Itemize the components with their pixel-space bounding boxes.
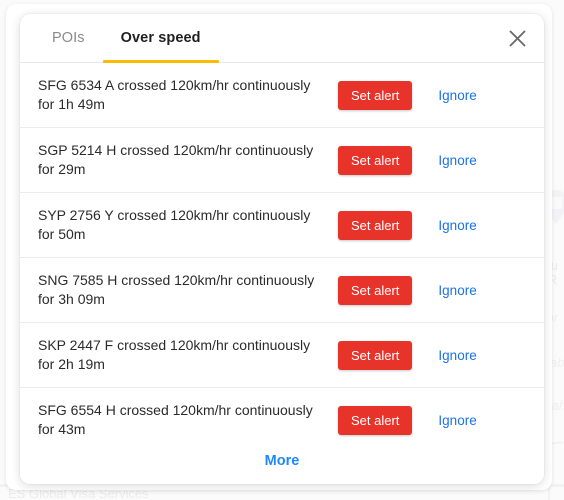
ignore-link[interactable]: Ignore — [438, 88, 492, 103]
alert-message: SGP 5214 H crossed 120km/hr continuously… — [38, 142, 314, 177]
alert-row: SKP 2447 F crossed 120km/hr continuously… — [20, 323, 544, 388]
close-x-icon — [509, 30, 525, 46]
alert-row: SNG 7585 H crossed 120km/hr continuously… — [20, 258, 544, 323]
ignore-link[interactable]: Ignore — [438, 413, 492, 428]
set-alert-button[interactable]: Set alert — [338, 210, 413, 240]
set-alert-button[interactable]: Set alert — [338, 405, 413, 435]
alert-message: SKP 2447 F crossed 120km/hr continuously… — [38, 337, 311, 372]
alert-row: SFG 6534 A crossed 120km/hr continuously… — [20, 63, 544, 128]
over-speed-dialog: POIs Over speed SFG 6534 A crossed 120km… — [20, 14, 544, 484]
alert-row: SGP 5214 H crossed 120km/hr continuously… — [20, 128, 544, 193]
tab-pois[interactable]: POIs — [34, 14, 103, 62]
dialog-footer: More — [20, 438, 544, 484]
alert-message: SYP 2756 Y crossed 120km/hr continuously… — [38, 207, 311, 242]
tab-over-speed[interactable]: Over speed — [102, 14, 219, 63]
ignore-link[interactable]: Ignore — [438, 153, 492, 168]
alert-row: SFG 6554 H crossed 120km/hr continuously… — [20, 388, 544, 438]
alert-message: SFG 6554 H crossed 120km/hr continuously… — [38, 402, 313, 437]
dialog-header: POIs Over speed — [20, 14, 544, 63]
close-button[interactable] — [502, 23, 532, 53]
ignore-link[interactable]: Ignore — [438, 348, 492, 363]
set-alert-button[interactable]: Set alert — [338, 275, 413, 305]
ignore-link[interactable]: Ignore — [438, 283, 492, 298]
tab-over-speed-label: Over speed — [120, 30, 201, 46]
alert-row: SYP 2756 Y crossed 120km/hr continuously… — [20, 193, 544, 258]
ignore-link[interactable]: Ignore — [438, 218, 492, 233]
set-alert-button[interactable]: Set alert — [338, 145, 413, 175]
more-link[interactable]: More — [265, 453, 300, 469]
set-alert-button[interactable]: Set alert — [338, 340, 413, 370]
alert-message: SNG 7585 H crossed 120km/hr continuously… — [38, 272, 315, 307]
alerts-list[interactable]: SFG 6534 A crossed 120km/hr continuously… — [20, 63, 544, 438]
set-alert-button[interactable]: Set alert — [338, 80, 413, 110]
alert-message: SFG 6534 A crossed 120km/hr continuously… — [38, 77, 311, 112]
tab-pois-label: POIs — [52, 30, 85, 46]
